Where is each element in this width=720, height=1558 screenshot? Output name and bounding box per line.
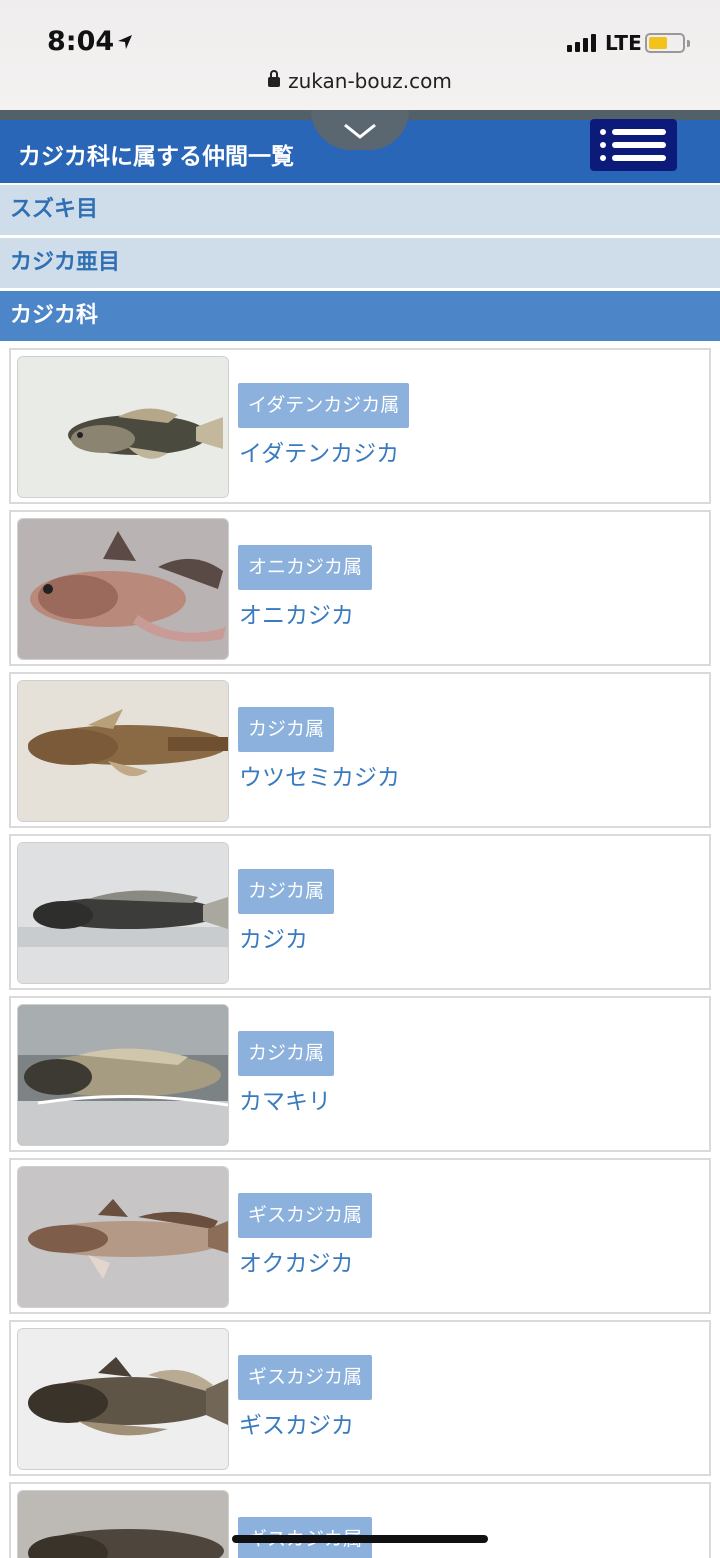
species-name[interactable]: ギスカジカ <box>239 1406 354 1440</box>
species-name[interactable]: カマキリ <box>239 1082 331 1116</box>
battery-icon <box>645 33 690 53</box>
fish-photo <box>17 1328 229 1470</box>
genus-badge[interactable]: カジカ属 <box>238 707 335 752</box>
fish-photo <box>17 680 229 822</box>
genus-badge[interactable]: ギスカジカ属 <box>238 1355 373 1400</box>
genus-badge[interactable]: ギスカジカ属 <box>238 1193 373 1238</box>
url-text: zukan-bouz.com <box>288 69 452 93</box>
fish-photo <box>17 842 229 984</box>
list-item[interactable]: カジカ属 カジカ <box>9 834 711 990</box>
list-item[interactable]: ギスカジカ属 <box>9 1482 711 1558</box>
genus-badge[interactable]: カジカ属 <box>238 1031 335 1076</box>
status-bar: 8:04 LTE zukan-bouz.com <box>0 0 720 110</box>
list-item[interactable]: ギスカジカ属 オクカジカ <box>9 1158 711 1314</box>
species-name[interactable]: イダテンカジカ <box>239 434 399 468</box>
location-arrow-icon <box>118 35 132 49</box>
species-name[interactable]: カジカ <box>239 920 308 954</box>
list-item[interactable]: イダテンカジカ属 イダテンカジカ <box>9 348 711 504</box>
genus-badge[interactable]: カジカ属 <box>238 869 335 914</box>
genus-badge[interactable]: イダテンカジカ属 <box>238 383 410 428</box>
address-bar[interactable]: zukan-bouz.com <box>0 69 720 93</box>
species-name[interactable]: オクカジカ <box>239 1244 354 1278</box>
signal-strength-icon <box>567 34 596 52</box>
fish-photo <box>17 1166 229 1308</box>
menu-button[interactable] <box>590 119 677 171</box>
species-name[interactable]: ウツセミカジカ <box>239 758 400 792</box>
breadcrumb-family[interactable]: カジカ科 <box>0 291 720 341</box>
fish-photo <box>17 356 229 498</box>
breadcrumb-order[interactable]: スズキ目 <box>0 185 720 235</box>
species-name[interactable]: オニカジカ <box>239 596 354 630</box>
list-item[interactable]: カジカ属 ウツセミカジカ <box>9 672 711 828</box>
genus-badge[interactable]: オニカジカ属 <box>238 545 373 590</box>
list-item[interactable]: カジカ属 カマキリ <box>9 996 711 1152</box>
network-type: LTE <box>605 31 642 55</box>
status-time: 8:04 <box>47 26 115 57</box>
list-item[interactable]: ギスカジカ属 ギスカジカ <box>9 1320 711 1476</box>
chevron-down-icon <box>344 123 376 139</box>
breadcrumb-suborder[interactable]: カジカ亜目 <box>0 238 720 288</box>
home-indicator[interactable] <box>232 1535 488 1543</box>
lock-icon <box>268 70 281 87</box>
list-item[interactable]: オニカジカ属 オニカジカ <box>9 510 711 666</box>
fish-photo <box>17 1004 229 1146</box>
fish-photo <box>17 518 229 660</box>
fish-photo <box>17 1490 229 1558</box>
page-title: カジカ科に属する仲間一覧 <box>18 144 294 170</box>
